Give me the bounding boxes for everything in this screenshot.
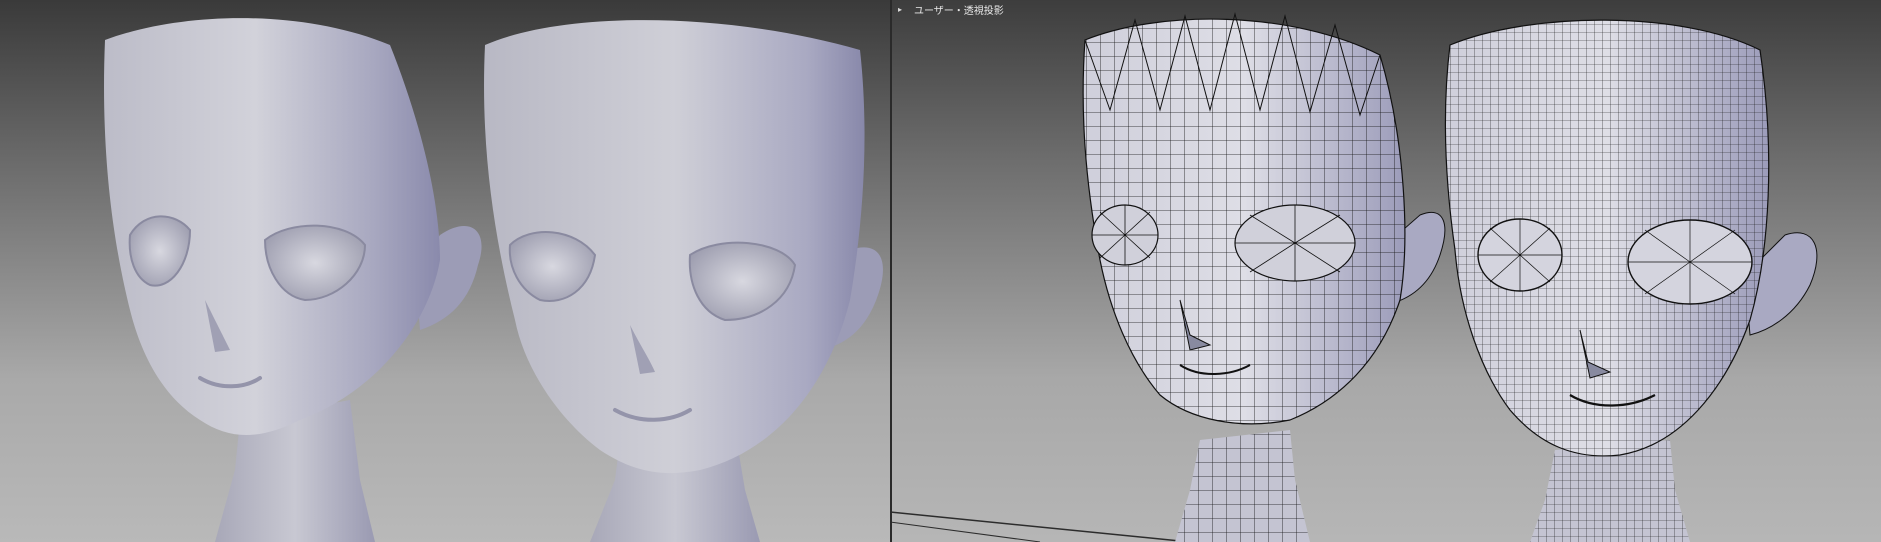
app-root: ▸ ユーザー・透視投影: [0, 0, 1881, 542]
viewport-solid[interactable]: [0, 0, 890, 542]
head-solid-1: [104, 18, 482, 542]
viewport-title: ユーザー・透視投影: [914, 6, 1004, 17]
wireframe-scene: [890, 12, 1818, 542]
solid-scene: [104, 18, 883, 542]
viewport-wireframe[interactable]: ▸ ユーザー・透視投影: [890, 0, 1881, 542]
viewport-header: ▸ ユーザー・透視投影: [898, 2, 1004, 18]
head-solid-2: [484, 20, 883, 542]
head-wire-coarse: [1082, 12, 1446, 542]
viewport-divider[interactable]: [890, 0, 892, 542]
viewport-menu-icon[interactable]: ▸: [898, 5, 908, 15]
head-wire-fine: [1444, 19, 1818, 542]
floor-grid-line: [890, 511, 1191, 542]
